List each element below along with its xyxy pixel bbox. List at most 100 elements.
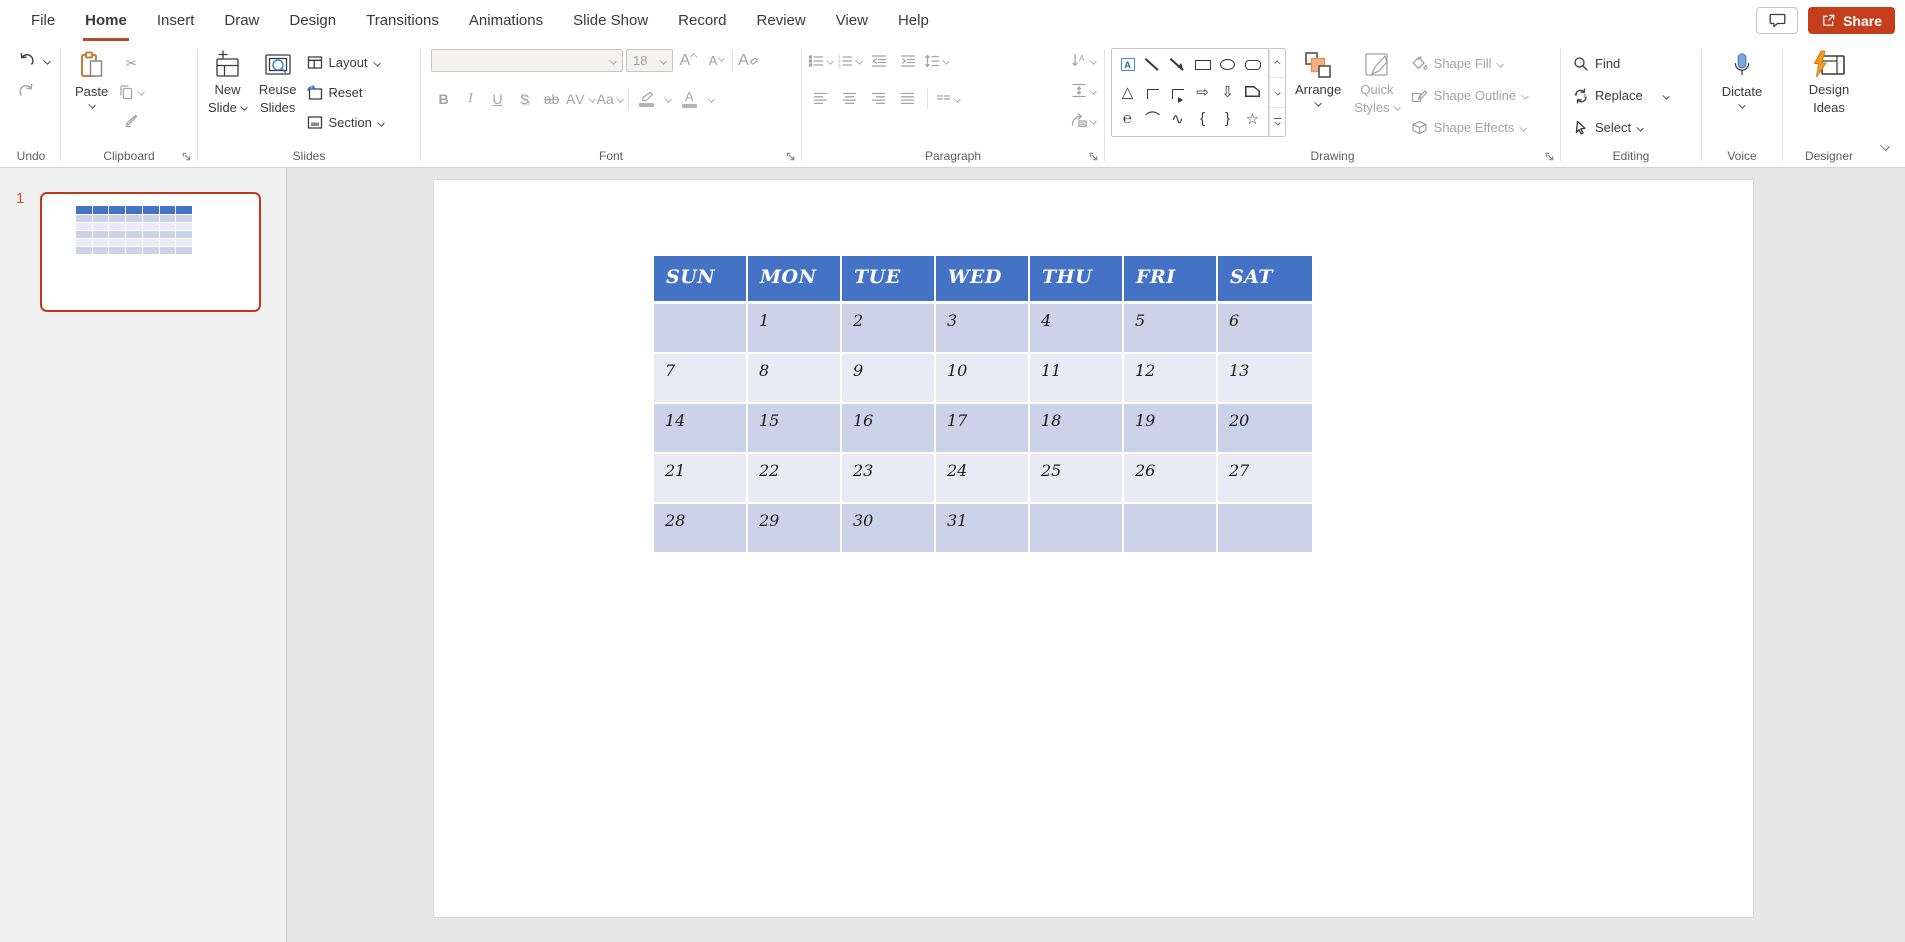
calendar-day-cell[interactable]: 14	[654, 404, 748, 454]
format-painter-button[interactable]	[118, 108, 144, 133]
shape-arc[interactable]: ⌒	[1140, 105, 1165, 132]
paste-button[interactable]: Paste	[71, 48, 112, 110]
menu-tab-record[interactable]: Record	[663, 0, 741, 41]
design-ideas-button[interactable]: Design Ideas	[1805, 48, 1853, 117]
calendar-day-cell[interactable]: 8	[748, 354, 842, 404]
convert-to-smartart-button[interactable]	[1071, 108, 1096, 133]
calendar-day-cell[interactable]: 10	[936, 354, 1030, 404]
drawing-dialog-launcher[interactable]	[1544, 151, 1555, 162]
calendar-day-cell[interactable]: 30	[842, 504, 936, 554]
align-left-button[interactable]	[808, 86, 833, 111]
justify-button[interactable]	[895, 86, 920, 111]
character-spacing-button[interactable]: AV	[566, 86, 595, 111]
undo-button[interactable]	[14, 48, 39, 73]
select-button[interactable]: Select	[1571, 114, 1645, 141]
calendar-header-sat[interactable]: SAT	[1218, 256, 1312, 304]
reset-button[interactable]: Reset	[305, 79, 386, 106]
grow-font-button[interactable]: A	[676, 48, 701, 73]
numbering-button[interactable]: 123	[837, 48, 862, 73]
dictate-button[interactable]: Dictate	[1718, 48, 1766, 110]
calendar-table[interactable]: SUNMONTUEWEDTHUFRISAT 123456789101112131…	[654, 256, 1312, 554]
gallery-more-button[interactable]	[1270, 108, 1285, 136]
calendar-day-cell[interactable]: 24	[936, 454, 1030, 504]
shape-right-brace[interactable]: }	[1215, 105, 1240, 132]
shape-elbow-arrow-connector[interactable]	[1165, 78, 1190, 105]
calendar-day-cell[interactable]: 15	[748, 404, 842, 454]
menu-tab-file[interactable]: File	[16, 0, 70, 41]
calendar-header-fri[interactable]: FRI	[1124, 256, 1218, 304]
calendar-header-mon[interactable]: MON	[748, 256, 842, 304]
section-button[interactable]: Section	[305, 109, 386, 136]
shape-text-box[interactable]: A	[1115, 51, 1140, 78]
comments-button[interactable]	[1756, 7, 1798, 34]
new-slide-button[interactable]: New Slide	[204, 48, 251, 117]
shape-outline-button[interactable]: Shape Outline	[1409, 82, 1530, 109]
redo-button[interactable]	[14, 79, 39, 104]
font-color-button[interactable]: A	[677, 90, 702, 108]
menu-tab-review[interactable]: Review	[742, 0, 821, 41]
reuse-slides-button[interactable]: Reuse Slides	[255, 48, 301, 117]
replace-button[interactable]: bc Replace	[1571, 82, 1671, 109]
calendar-day-cell[interactable]: 29	[748, 504, 842, 554]
calendar-day-cell[interactable]: 7	[654, 354, 748, 404]
line-spacing-button[interactable]	[924, 48, 949, 73]
gallery-scroll-up[interactable]	[1270, 49, 1285, 78]
calendar-day-cell[interactable]: 12	[1124, 354, 1218, 404]
font-dialog-launcher[interactable]	[785, 151, 796, 162]
calendar-day-cell[interactable]	[1218, 504, 1312, 554]
shape-star[interactable]: ☆	[1240, 105, 1265, 132]
shape-isosceles-triangle[interactable]: △	[1115, 78, 1140, 105]
calendar-day-cell[interactable]: 26	[1124, 454, 1218, 504]
clipboard-dialog-launcher[interactable]	[181, 151, 192, 162]
underline-button[interactable]: U	[485, 86, 510, 111]
calendar-header-tue[interactable]: TUE	[842, 256, 936, 304]
calendar-day-cell[interactable]: 16	[842, 404, 936, 454]
shape-down-arrow[interactable]: ⇩	[1215, 78, 1240, 105]
strikethrough-button[interactable]: ab	[539, 86, 564, 111]
arrange-button[interactable]: Arrange	[1291, 48, 1345, 108]
quick-styles-button[interactable]: Quick Styles	[1350, 48, 1403, 117]
paragraph-dialog-launcher[interactable]	[1088, 151, 1099, 162]
calendar-day-cell[interactable]: 23	[842, 454, 936, 504]
menu-tab-draw[interactable]: Draw	[209, 0, 274, 41]
shape-left-brace[interactable]: {	[1190, 105, 1215, 132]
calendar-day-cell[interactable]: 19	[1124, 404, 1218, 454]
menu-tab-insert[interactable]: Insert	[142, 0, 210, 41]
shape-effects-button[interactable]: Shape Effects	[1409, 114, 1530, 141]
collapse-ribbon-button[interactable]	[1877, 133, 1893, 159]
calendar-day-cell[interactable]: 9	[842, 354, 936, 404]
shape-curve[interactable]: ∿	[1165, 105, 1190, 132]
calendar-day-cell[interactable]: 17	[936, 404, 1030, 454]
layout-button[interactable]: Layout	[305, 49, 386, 76]
calendar-day-cell[interactable]: 25	[1030, 454, 1124, 504]
calendar-header-sun[interactable]: SUN	[654, 256, 748, 304]
calendar-day-cell[interactable]: 3	[936, 304, 1030, 354]
font-size-combobox[interactable]: 18	[626, 49, 673, 72]
menu-tab-transitions[interactable]: Transitions	[351, 0, 454, 41]
menu-tab-view[interactable]: View	[821, 0, 883, 41]
calendar-header-thu[interactable]: THU	[1030, 256, 1124, 304]
menu-tab-help[interactable]: Help	[883, 0, 944, 41]
calendar-day-cell[interactable]: 20	[1218, 404, 1312, 454]
shape-right-arrow[interactable]: ⇨	[1190, 78, 1215, 105]
highlight-color-chevron[interactable]	[664, 95, 671, 102]
align-center-button[interactable]	[837, 86, 862, 111]
align-right-button[interactable]	[866, 86, 891, 111]
clear-formatting-button[interactable]: A	[736, 48, 761, 73]
shape-snip-corner-rectangle[interactable]	[1240, 78, 1265, 105]
calendar-day-cell[interactable]: 21	[654, 454, 748, 504]
calendar-day-cell[interactable]: 27	[1218, 454, 1312, 504]
calendar-day-cell[interactable]: 31	[936, 504, 1030, 554]
find-button[interactable]: Find	[1571, 50, 1622, 77]
bold-button[interactable]: B	[431, 86, 456, 111]
shape-elbow-connector[interactable]	[1140, 78, 1165, 105]
shape-scribble[interactable]: ℮	[1115, 105, 1140, 132]
font-name-combobox[interactable]	[431, 49, 623, 72]
calendar-day-cell[interactable]	[654, 304, 748, 354]
calendar-header-wed[interactable]: WED	[936, 256, 1030, 304]
calendar-day-cell[interactable]: 28	[654, 504, 748, 554]
increase-indent-button[interactable]	[895, 48, 920, 73]
text-direction-button[interactable]: A	[1071, 48, 1096, 73]
calendar-day-cell[interactable]: 11	[1030, 354, 1124, 404]
shape-line-arrow[interactable]	[1165, 51, 1190, 78]
